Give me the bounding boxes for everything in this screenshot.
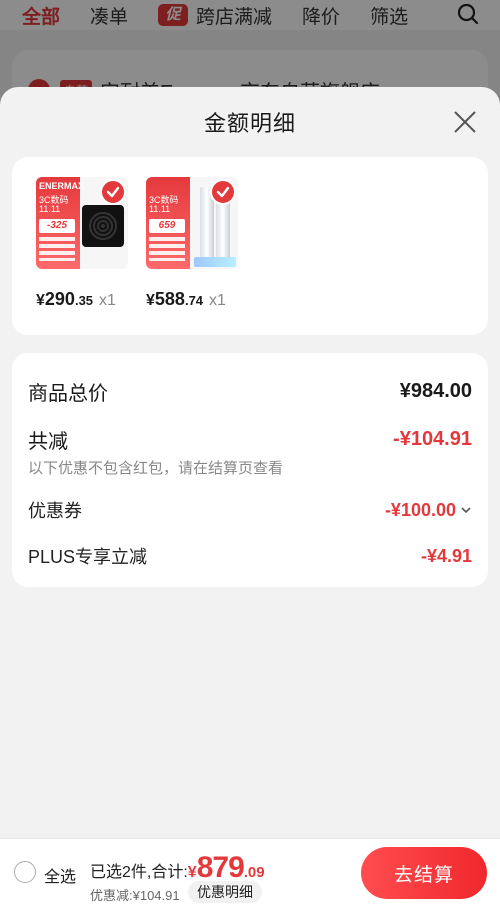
price-integer: 588 — [154, 289, 185, 309]
product-brand: ENERMAX — [39, 181, 85, 191]
product-quantity: x1 — [99, 292, 116, 309]
close-icon[interactable] — [452, 109, 478, 135]
selected-check-icon[interactable] — [100, 179, 126, 205]
price-integer: 290 — [44, 289, 75, 309]
promo-date: 11.11 — [39, 204, 61, 214]
checkout-button[interactable]: 去结算 — [361, 847, 487, 899]
total-price-row: 商品总价 ¥984.00 — [28, 377, 472, 406]
plus-discount-label: PLUS专享立减 — [28, 547, 148, 567]
price-breakdown: 商品总价 ¥984.00 共减 -¥104.91 以下优惠不包含红包，请在结算页… — [12, 353, 488, 587]
coupon-row[interactable]: 优惠券 -¥100.00 — [28, 497, 472, 523]
total-price-label: 商品总价 — [28, 383, 108, 405]
promo-price-tag: -325 — [39, 219, 75, 233]
selected-products: ENERMAX 3C数码 11.11 -325 ¥ 290 .35 x1 3C数… — [12, 157, 488, 335]
price-decimal: .35 — [74, 293, 94, 308]
sheet-title: 金额明细 — [203, 111, 296, 136]
discount-value: -¥104.91 — [393, 428, 472, 450]
chevron-down-icon — [461, 507, 471, 514]
product-price: ¥ 588 .74 x1 — [146, 289, 238, 310]
price-yuan: ¥ — [146, 292, 155, 309]
total-price-value: ¥984.00 — [399, 380, 472, 402]
product-image: 3C数码 11.11 659 — [146, 177, 238, 269]
plus-discount-value: -¥4.91 — [420, 545, 472, 566]
order-summary: 已选2件,合计: ¥ 879 .09 — [90, 851, 265, 885]
coupon-label: 优惠券 — [28, 501, 82, 521]
product-image: ENERMAX 3C数码 11.11 -325 — [36, 177, 128, 269]
product-price: ¥ 290 .35 x1 — [36, 289, 128, 310]
plus-discount-row: PLUS专享立减 -¥4.91 — [28, 543, 472, 569]
price-decimal: .74 — [184, 293, 204, 308]
total-decimal: .09 — [243, 864, 265, 881]
promo-price-tag: 659 — [149, 219, 185, 233]
price-yuan: ¥ — [36, 292, 45, 309]
discount-note: 以下优惠不包含红包，请在结算页查看 — [28, 460, 284, 477]
power-supply-image — [82, 205, 124, 247]
product-item[interactable]: ENERMAX 3C数码 11.11 -325 ¥ 290 .35 x1 — [36, 177, 128, 335]
saved-amount: 优惠减:¥104.91 — [90, 888, 180, 903]
discount-row: 共减 -¥104.91 — [28, 425, 472, 454]
select-all-radio[interactable] — [14, 861, 36, 883]
product-quantity: x1 — [209, 292, 226, 309]
discount-label: 共减 — [28, 431, 68, 453]
selected-check-icon[interactable] — [210, 179, 236, 205]
discount-detail-button[interactable]: 优惠明细 — [188, 881, 262, 903]
amount-detail-sheet: 金额明细 ENERMAX 3C数码 11.11 -325 ¥ 290 .35 x… — [0, 87, 500, 847]
checkout-bar: 全选 已选2件,合计: ¥ 879 .09 优惠减:¥104.91 优惠明细 去… — [0, 838, 500, 918]
sheet-header: 金额明细 — [0, 87, 500, 157]
summary-label: 已选2件,合计: — [90, 864, 188, 881]
coupon-value: -¥100.00 — [384, 499, 456, 520]
total-integer: 879 — [196, 851, 245, 884]
coupon-value-wrap[interactable]: -¥100.00 — [385, 500, 472, 521]
select-all-label[interactable]: 全选 — [44, 863, 76, 887]
product-item[interactable]: 3C数码 11.11 659 ¥ 588 .74 x1 — [146, 177, 238, 335]
promo-date: 11.11 — [149, 204, 171, 214]
total-yuan: ¥ — [187, 864, 197, 881]
